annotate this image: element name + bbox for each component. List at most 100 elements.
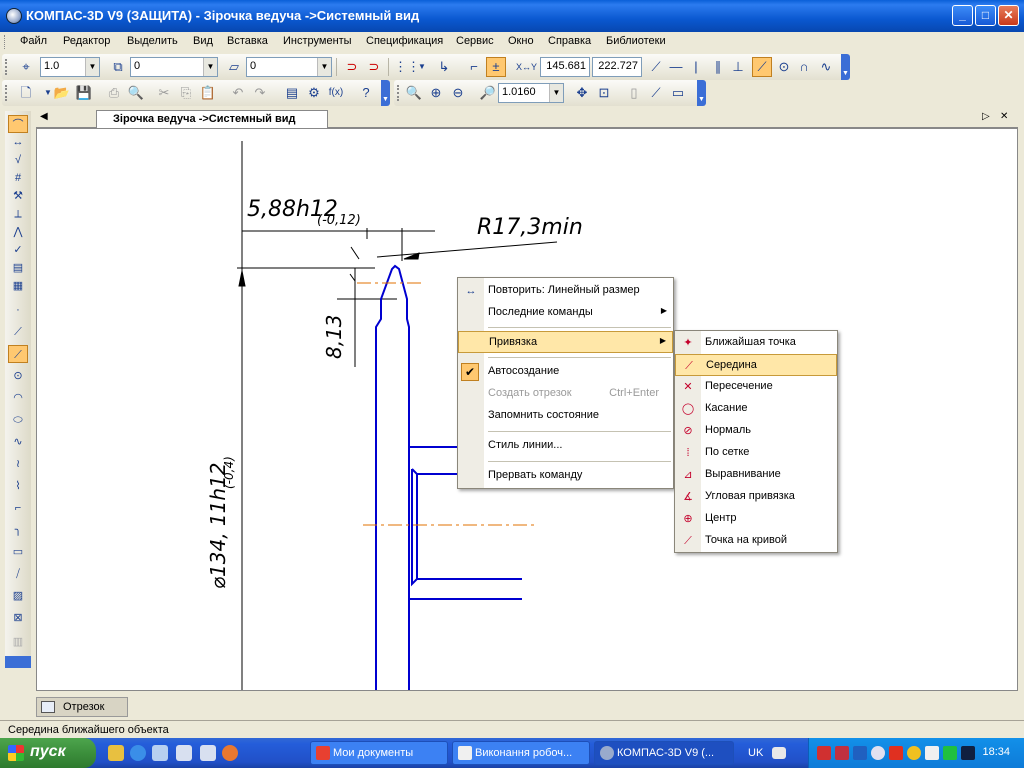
snap-center[interactable]: ⊕ Центр bbox=[675, 508, 837, 530]
step-combo[interactable]: 1.0 ▼ bbox=[40, 57, 100, 77]
tab-scroll-left-icon[interactable]: ◀ bbox=[40, 111, 48, 122]
properties-icon[interactable]: ▤ bbox=[282, 83, 302, 103]
menu-editor[interactable]: Редактор bbox=[63, 35, 110, 47]
start-button[interactable]: пуск bbox=[0, 738, 96, 768]
select-panel-icon[interactable]: ⋀ bbox=[8, 223, 28, 241]
menu-snap[interactable]: Привязка ▶ bbox=[458, 331, 673, 353]
snap-normal[interactable]: ⊘ Нормаль bbox=[675, 420, 837, 442]
hatch-tool-icon[interactable]: ▨ bbox=[8, 587, 28, 605]
round-coordinates-icon[interactable]: ± bbox=[486, 57, 506, 77]
spline-tool-icon[interactable]: ∿ bbox=[8, 433, 28, 451]
snap-grid[interactable]: ⁞ По сетке bbox=[675, 442, 837, 464]
view-manager-icon[interactable]: ⧉ bbox=[108, 57, 128, 77]
tray-app-icon[interactable] bbox=[871, 746, 885, 760]
line-icon[interactable]: ⟋ bbox=[646, 57, 666, 77]
internet-explorer-icon[interactable] bbox=[130, 745, 146, 761]
messenger-status-icon[interactable] bbox=[907, 746, 921, 760]
snap-point-on-curve[interactable]: ⟋ Точка на кривой bbox=[675, 530, 837, 552]
snap-nearest-point[interactable]: ✦ Ближайшая точка bbox=[675, 332, 837, 354]
minimize-button[interactable]: _ bbox=[952, 5, 973, 26]
menu-tools[interactable]: Инструменты bbox=[283, 35, 352, 47]
chevron-down-icon[interactable]: ▼ bbox=[203, 58, 217, 76]
aux-line-icon[interactable]: ⟋ bbox=[8, 323, 28, 341]
menu-abort-command[interactable]: Прервать команду bbox=[458, 465, 673, 487]
vertical-line-icon[interactable]: | bbox=[686, 57, 706, 77]
arc-tool-icon[interactable]: ◠ bbox=[8, 389, 28, 407]
tab-segment-command[interactable]: Отрезок bbox=[36, 697, 128, 717]
menu-repeat-dimension[interactable]: ↔ Повторить: Линейный размер bbox=[458, 280, 673, 302]
symbols-panel-icon[interactable]: √ bbox=[8, 151, 28, 169]
spec-panel-icon[interactable]: ▤ bbox=[8, 259, 28, 277]
snap-magnet-icon[interactable]: ⊃ bbox=[342, 57, 362, 77]
paste-icon[interactable]: 📋 bbox=[198, 83, 218, 103]
segment-tool-icon[interactable]: ⟋ bbox=[8, 345, 28, 363]
menu-libraries[interactable]: Библиотеки bbox=[606, 35, 666, 47]
circle-tool-icon[interactable]: ⊙ bbox=[8, 367, 28, 385]
language-indicator[interactable]: UK bbox=[748, 747, 763, 759]
snap-angle[interactable]: ∡ Угловая привязка bbox=[675, 486, 837, 508]
redo-icon[interactable]: ↷ bbox=[250, 83, 270, 103]
tray-app-icon[interactable] bbox=[943, 746, 957, 760]
toolbar-options-icon[interactable] bbox=[5, 656, 31, 668]
print-preview-icon[interactable]: 🔍 bbox=[126, 83, 146, 103]
variables-icon[interactable]: f(x) bbox=[326, 83, 346, 103]
polyline-tool-icon[interactable]: ⌇ bbox=[8, 477, 28, 495]
perpendicular-line-icon[interactable]: ⊥ bbox=[728, 57, 748, 77]
close-button[interactable]: ✕ bbox=[998, 5, 1019, 26]
zoom-in-icon[interactable]: ⊕ bbox=[426, 83, 446, 103]
quicklaunch-icon[interactable] bbox=[108, 745, 124, 761]
firefox-icon[interactable] bbox=[222, 745, 238, 761]
toolbar-options-icon[interactable]: ▼ bbox=[697, 80, 706, 106]
ellipse-tool-icon[interactable]: ⬭ bbox=[8, 411, 28, 429]
antivirus-icon[interactable] bbox=[817, 746, 831, 760]
new-document-icon[interactable]: 🗋 bbox=[16, 83, 36, 103]
pan-icon[interactable]: ✥ bbox=[572, 83, 592, 103]
zoom-scale-icon[interactable]: 🔎 bbox=[478, 83, 498, 103]
tray-app-icon[interactable] bbox=[835, 746, 849, 760]
menu-help[interactable]: Справка bbox=[548, 35, 591, 47]
snap-intersection[interactable]: ✕ Пересечение bbox=[675, 376, 837, 398]
media-player-icon[interactable] bbox=[176, 745, 192, 761]
menu-specification[interactable]: Спецификация bbox=[366, 35, 443, 47]
geometry-panel-icon[interactable]: ⌒ bbox=[8, 115, 28, 133]
chevron-down-icon[interactable]: ▼ bbox=[549, 84, 563, 102]
copy-icon[interactable]: ⎘ bbox=[176, 83, 196, 103]
local-snap-icon[interactable]: ⊃ bbox=[364, 57, 384, 77]
cut-icon[interactable]: ✂ bbox=[154, 83, 174, 103]
chevron-down-icon[interactable]: ▼ bbox=[85, 58, 99, 76]
edit-panel-icon[interactable]: # bbox=[8, 169, 28, 187]
tab-close-icon[interactable]: ✕ bbox=[1000, 111, 1008, 122]
dimensions-panel-icon[interactable]: ↔ bbox=[8, 133, 28, 151]
tab-scroll-right-icon[interactable]: ▷ bbox=[982, 111, 990, 122]
menu-recent-commands[interactable]: Последние команды ▶ bbox=[458, 302, 673, 324]
task-kompas[interactable]: КОМПАС-3D V9 (... bbox=[594, 741, 734, 765]
ortho-mode-icon[interactable]: ⌐ bbox=[464, 57, 484, 77]
measure-panel-icon[interactable]: ⟂ bbox=[8, 205, 28, 223]
associative-panel-icon[interactable]: ✓ bbox=[8, 241, 28, 259]
zoom-window-icon[interactable]: 🔍 bbox=[404, 83, 424, 103]
menu-select[interactable]: Выделить bbox=[127, 35, 178, 47]
menu-line-style[interactable]: Стиль линии... bbox=[458, 435, 673, 457]
arc-icon[interactable]: ∩ bbox=[794, 57, 814, 77]
chevron-down-icon[interactable]: ▼ bbox=[412, 57, 432, 77]
measure-icon[interactable]: ⟋ bbox=[646, 83, 666, 103]
fill-tool-icon[interactable]: ▥ bbox=[8, 633, 28, 651]
toolbar-options-icon[interactable]: ▼ bbox=[381, 80, 390, 106]
tab-document[interactable]: Зірочка ведуча ->Системный вид bbox=[96, 110, 328, 128]
menu-window[interactable]: Окно bbox=[508, 35, 534, 47]
horizontal-line-icon[interactable]: — bbox=[666, 57, 686, 77]
circle-icon[interactable]: ⊙ bbox=[774, 57, 794, 77]
menu-file[interactable]: Файл bbox=[20, 35, 47, 47]
show-desktop-icon[interactable] bbox=[152, 745, 168, 761]
menu-insert[interactable]: Вставка bbox=[227, 35, 268, 47]
zoom-out-icon[interactable]: ⊖ bbox=[448, 83, 468, 103]
update-icon[interactable] bbox=[889, 746, 903, 760]
task-word-document[interactable]: Виконання робоч... bbox=[452, 741, 590, 765]
cursor-step-icon[interactable]: ⌖ bbox=[16, 57, 36, 77]
zoom-combo[interactable]: 1.0160 ▼ bbox=[498, 83, 564, 103]
kompas-app-icon[interactable] bbox=[6, 8, 22, 24]
layers-icon[interactable]: ▱ bbox=[224, 57, 244, 77]
refresh-icon[interactable]: ▯ bbox=[624, 83, 644, 103]
toolbar-grip[interactable] bbox=[397, 85, 400, 101]
fillet-tool-icon[interactable]: ╮ bbox=[8, 521, 28, 539]
